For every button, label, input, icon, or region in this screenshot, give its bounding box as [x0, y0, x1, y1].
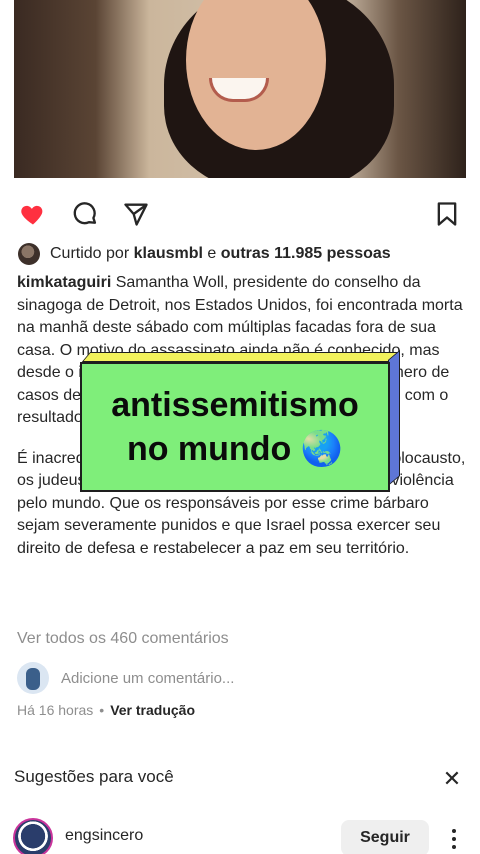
liker-username[interactable]: klausmbl: [134, 245, 203, 263]
paper-plane-icon: [124, 203, 148, 226]
meta-separator: •: [99, 702, 105, 718]
share-button[interactable]: [120, 198, 152, 230]
view-all-comments-link[interactable]: Ver todos os 460 comentários: [17, 630, 229, 648]
likes-prefix: Curtido por: [50, 245, 130, 262]
suggestion-item: engsincero Seguir: [0, 816, 480, 854]
comment-bubble-icon: [73, 202, 97, 225]
current-user-avatar: [17, 662, 49, 694]
post-timestamp: Há 16 horas: [17, 702, 94, 718]
sticker-line-1: antissemitismo: [111, 386, 359, 424]
likes-others[interactable]: outras 11.985 pessoas: [221, 245, 391, 263]
see-translation-link[interactable]: Ver tradução: [110, 702, 195, 718]
add-comment-input[interactable]: Adicione um comentário...: [61, 670, 234, 687]
bookmark-icon: [437, 202, 457, 226]
more-options-icon[interactable]: [444, 824, 464, 854]
heart-filled-icon: [21, 205, 43, 225]
suggested-username[interactable]: engsincero: [65, 827, 143, 845]
post-photo-image: [14, 0, 466, 178]
post-photo[interactable]: [0, 0, 480, 178]
save-button[interactable]: [431, 198, 463, 230]
sticker-overlay: antissemitismo no mundo 🌏: [80, 349, 400, 496]
comment-button[interactable]: [69, 198, 101, 230]
post-actions-bar: [0, 192, 480, 236]
suggestions-title: Sugestões para você: [14, 767, 174, 786]
liker-avatar: [18, 243, 40, 265]
sticker-top-face: [81, 352, 399, 362]
follow-button[interactable]: Seguir: [341, 820, 429, 854]
sticker-front: antissemitismo no mundo 🌏: [80, 362, 390, 492]
caption-username[interactable]: kimkataguiri: [17, 274, 111, 291]
likes-connector: e: [207, 245, 217, 262]
sticker-line-2: no mundo 🌏: [126, 430, 344, 468]
likes-summary[interactable]: Curtido por klausmbl e outras 11.985 pes…: [18, 243, 391, 265]
suggestions-close-icon[interactable]: ✕: [440, 766, 464, 792]
suggested-user-avatar[interactable]: [13, 818, 53, 854]
like-button[interactable]: [17, 198, 49, 230]
add-comment-row[interactable]: Adicione um comentário...: [17, 662, 234, 694]
post-meta-row: Há 16 horas • Ver tradução: [17, 702, 195, 718]
